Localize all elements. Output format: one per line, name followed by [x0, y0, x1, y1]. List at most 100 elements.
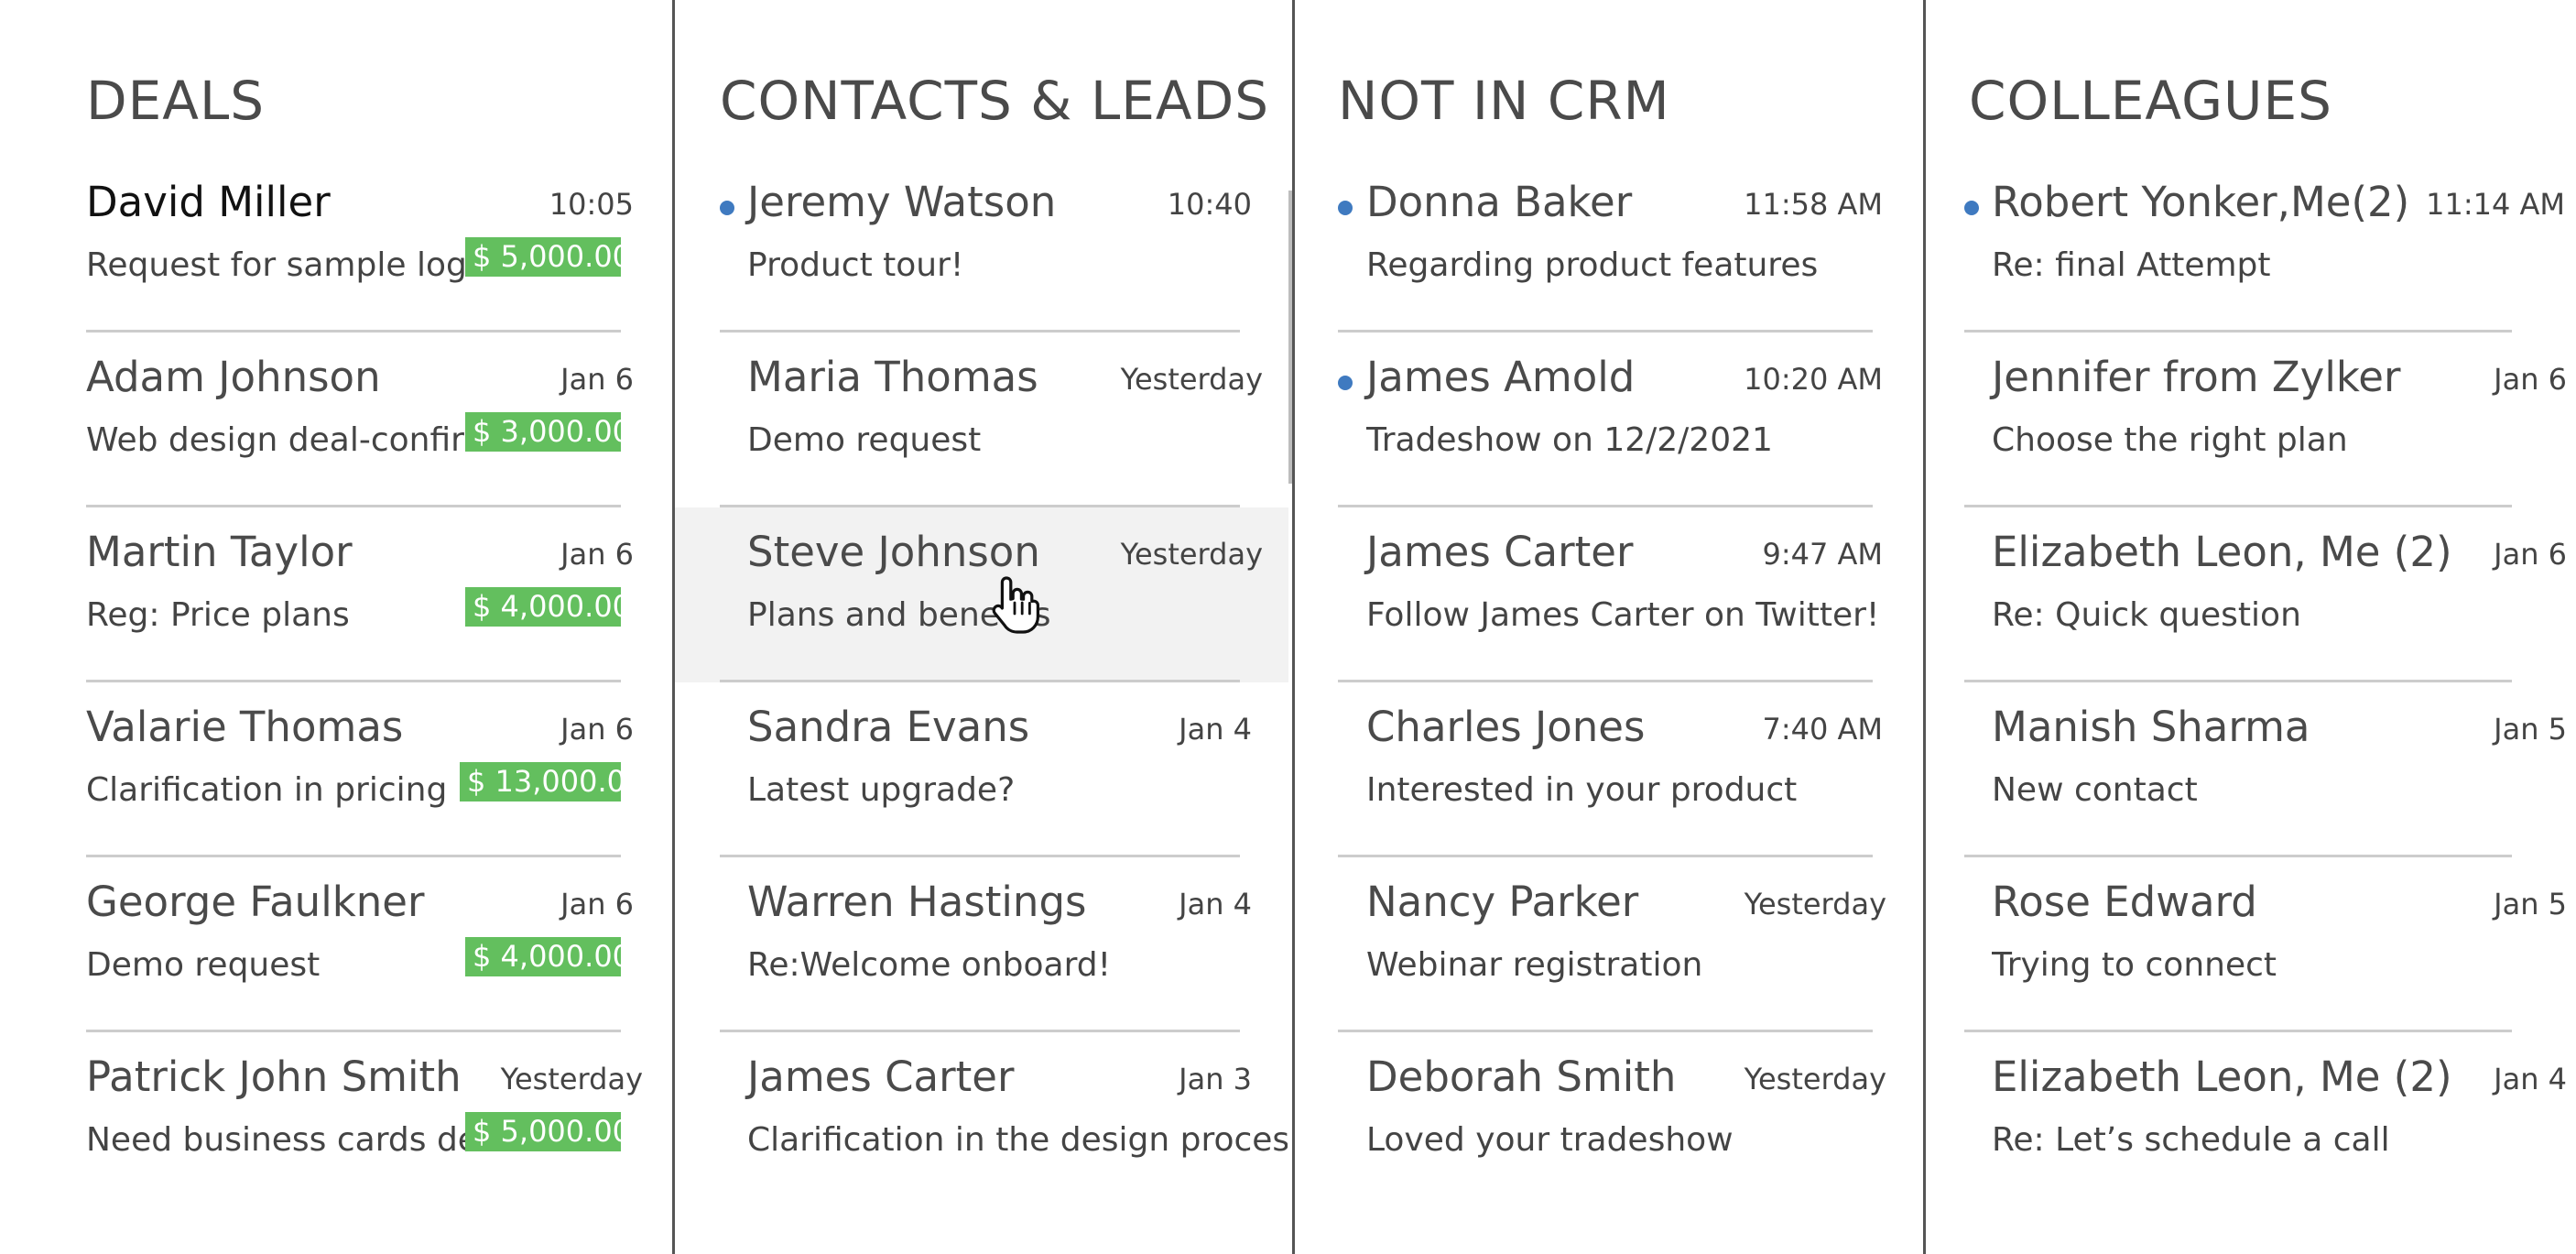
email-subject: Demo request [747, 421, 982, 459]
sender-name: Deborah Smith [1366, 1052, 1677, 1101]
sender-name: George Faulkner [86, 878, 425, 926]
email-subject: Re: final Attempt [1992, 246, 2271, 284]
email-subject: Interested in your product [1366, 771, 1798, 809]
sender-name: Patrick John Smith [86, 1052, 462, 1101]
timestamp: Jan 3 [1179, 1062, 1252, 1096]
deals-title: DEALS [86, 70, 266, 132]
sender-name: Rose Edward [1992, 878, 2257, 926]
sender-name: James Carter [747, 1052, 1015, 1101]
timestamp: Jan 6 [560, 712, 634, 747]
deal-amount-badge: $ 4,000.00 [465, 937, 621, 976]
email-subject: Trying to connect [1992, 946, 2277, 984]
deal-item[interactable]: Patrick John Smith Yesterday Need business… [0, 1032, 672, 1207]
sender-name: Steve Johnson [747, 528, 1040, 576]
colleagues-title: COLLEAGUES [1969, 70, 2332, 132]
timestamp: Jan 6 [560, 537, 634, 572]
email-list-item[interactable]: James Carter Jan 3 Clarification in the de… [675, 1032, 1288, 1207]
email-list-item[interactable]: Jennifer from Zylker Jan 6 Choose the righ… [1926, 333, 2576, 507]
sender-name: Elizabeth Leon, Me (2) [1992, 528, 2452, 576]
email-subject: Web design deal-confirm [86, 421, 465, 459]
timestamp: Yesterday [1120, 537, 1263, 572]
sender-name: Martin Taylor [86, 528, 353, 576]
sender-name: Manish Sharma [1992, 703, 2310, 751]
sender-name: Nancy Parker [1366, 878, 1639, 926]
email-subject: Choose the right plan [1992, 421, 2348, 459]
unread-dot-icon [720, 201, 734, 215]
unread-dot-icon [1338, 376, 1353, 390]
deals-column: DEALS David Miller 10:05 Request for sampl… [0, 0, 672, 1254]
deal-item[interactable]: Martin Taylor Jan 6 Reg: Price plans $ 4,00… [0, 507, 672, 682]
timestamp: 11:58 AM [1744, 187, 1883, 222]
deal-item[interactable]: Valarie Thomas Jan 6 Clarification in pric… [0, 682, 672, 857]
colleagues-column: COLLEAGUES Robert Yonker,Me(2) 11:14 AM Re… [1926, 0, 2576, 1254]
timestamp: Jan 4 [2494, 1062, 2567, 1096]
not-in-crm-title: NOT IN CRM [1338, 70, 1670, 132]
timestamp: 7:40 AM [1762, 712, 1883, 747]
unread-dot-icon [1338, 201, 1353, 215]
email-subject: New contact [1992, 771, 2198, 809]
email-subject: Product tour! [747, 246, 964, 284]
email-list-item[interactable]: Maria Thomas Yesterday Demo request [675, 333, 1288, 507]
timestamp: 10:05 [549, 187, 634, 222]
email-subject: Follow James Carter on Twitter! [1366, 596, 1880, 634]
timestamp: Yesterday [500, 1062, 643, 1096]
sender-name: Jeremy Watson [747, 178, 1057, 226]
timestamp: Yesterday [1744, 1062, 1886, 1096]
timestamp: Jan 4 [1179, 712, 1252, 747]
email-subject: Latest upgrade? [747, 771, 1016, 809]
email-list-item[interactable]: Charles Jones 7:40 AM Interested in your p… [1295, 682, 1923, 857]
sender-name: James Carter [1366, 528, 1634, 576]
timestamp: Jan 6 [2494, 537, 2567, 572]
email-list-item[interactable]: Jeremy Watson 10:40 Product tour! [675, 158, 1288, 333]
email-list-item[interactable]: Robert Yonker,Me(2) 11:14 AM Re: final Att… [1926, 158, 2576, 333]
deal-item[interactable]: George Faulkner Jan 6 Demo request $ 4,000.… [0, 857, 672, 1032]
email-list-item[interactable]: Nancy Parker Yesterday Webinar registratio… [1295, 857, 1923, 1032]
timestamp: Jan 5 [2494, 887, 2567, 921]
email-list-item[interactable]: Elizabeth Leon, Me (2) Jan 6 Re: Quick que… [1926, 507, 2576, 682]
sender-name: Sandra Evans [747, 703, 1030, 751]
hand-pointer-cursor-icon [992, 576, 1039, 634]
deal-amount-badge: $ 5,000.00 [465, 1112, 621, 1151]
email-list-item[interactable]: James Carter 9:47 AM Follow James Carter o… [1295, 507, 1923, 682]
timestamp: Jan 6 [560, 887, 634, 921]
email-subject: Need business cards design [86, 1121, 465, 1159]
deal-item[interactable]: Adam Johnson Jan 6 Web design deal-confirm… [0, 333, 672, 507]
unread-dot-icon [1964, 201, 1979, 215]
contacts-leads-column: CONTACTS & LEADS Jeremy Watson 10:40 Produ… [675, 0, 1292, 1254]
sender-name: Robert Yonker,Me(2) [1992, 178, 2410, 226]
email-subject: Clarification in the design process [747, 1121, 1288, 1159]
timestamp: 10:20 AM [1744, 362, 1883, 397]
email-list-item[interactable]: Elizabeth Leon, Me (2) Jan 4 Re: Let’s sch… [1926, 1032, 2576, 1207]
deal-item[interactable]: David Miller 10:05 Request for sample logo… [0, 158, 672, 333]
deal-amount-badge: $ 13,000.00 [460, 762, 621, 801]
email-list-item[interactable]: Sandra Evans Jan 4 Latest upgrade? [675, 682, 1288, 857]
email-list-item[interactable]: Donna Baker 11:58 AM Regarding product fea… [1295, 158, 1923, 333]
email-list-item[interactable]: Manish Sharma Jan 5 New contact [1926, 682, 2576, 857]
email-list-item[interactable]: Warren Hastings Jan 4 Re:Welcome onboard! [675, 857, 1288, 1032]
timestamp: 10:40 [1167, 187, 1252, 222]
email-subject: Loved your tradeshow [1366, 1121, 1734, 1159]
email-list-item[interactable]: Deborah Smith Yesterday Loved your tradesh… [1295, 1032, 1923, 1207]
email-subject: Regarding product features [1366, 246, 1819, 284]
email-subject: Reg: Price plans [86, 596, 350, 634]
deal-amount-badge: $ 4,000.00 [465, 587, 621, 627]
timestamp: 9:47 AM [1762, 537, 1883, 572]
sender-name: James Amold [1366, 353, 1636, 401]
email-list-item[interactable]: Steve Johnson Yesterday Plans and benefits [675, 507, 1288, 682]
timestamp: Jan 6 [2494, 362, 2567, 397]
timestamp: Yesterday [1120, 362, 1263, 397]
email-subject: Re: Quick question [1992, 596, 2301, 634]
email-subject: Re:Welcome onboard! [747, 946, 1112, 984]
deal-amount-badge: $ 3,000.00 [465, 412, 621, 452]
email-list-item[interactable]: Rose Edward Jan 5 Trying to connect [1926, 857, 2576, 1032]
email-subject: Request for sample logo [86, 246, 465, 284]
not-in-crm-column: NOT IN CRM Donna Baker 11:58 AM Regarding … [1295, 0, 1923, 1254]
timestamp: Jan 5 [2494, 712, 2567, 747]
sender-name: David Miller [86, 178, 331, 226]
sender-name: Valarie Thomas [86, 703, 404, 751]
sender-name: Adam Johnson [86, 353, 381, 401]
sender-name: Warren Hastings [747, 878, 1087, 926]
deal-amount-badge: $ 5,000.00 [465, 237, 621, 277]
email-list-item[interactable]: James Amold 10:20 AM Tradeshow on 12/2/202… [1295, 333, 1923, 507]
sender-name: Elizabeth Leon, Me (2) [1992, 1052, 2452, 1101]
